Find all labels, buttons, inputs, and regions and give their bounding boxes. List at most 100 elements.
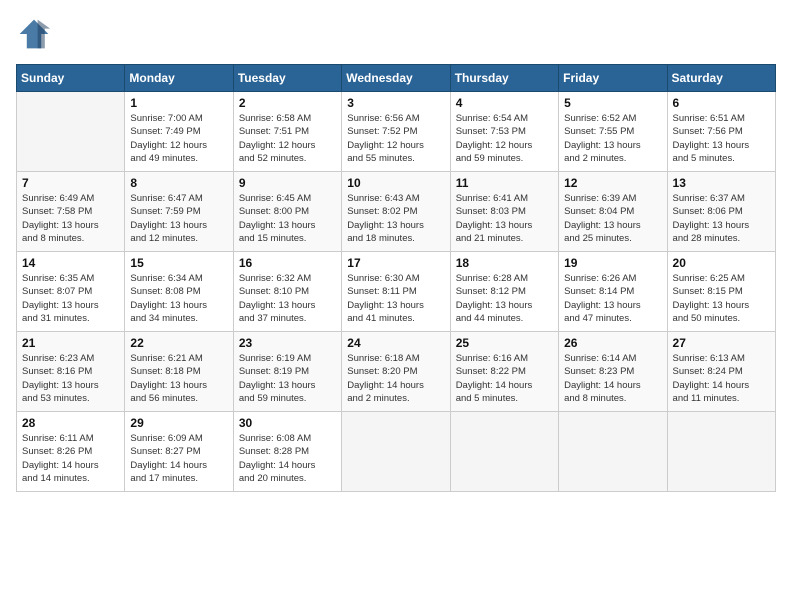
calendar-day-cell: 18 Sunrise: 6:28 AM Sunset: 8:12 PM Dayli… [450, 252, 558, 332]
day-info: Sunrise: 6:32 AM Sunset: 8:10 PM Dayligh… [239, 272, 336, 325]
calendar-day-cell: 28 Sunrise: 6:11 AM Sunset: 8:26 PM Dayli… [17, 412, 125, 492]
day-number: 17 [347, 256, 444, 270]
calendar-day-cell: 25 Sunrise: 6:16 AM Sunset: 8:22 PM Dayli… [450, 332, 558, 412]
day-info: Sunrise: 6:28 AM Sunset: 8:12 PM Dayligh… [456, 272, 553, 325]
calendar-day-cell: 16Sunrise: 6:32 AM Sunset: 8:10 PM Dayli… [233, 252, 341, 332]
weekday-header: Thursday [450, 65, 558, 92]
calendar-day-cell: 1Sunrise: 7:00 AM Sunset: 7:49 PM Daylig… [125, 92, 233, 172]
day-info: Sunrise: 6:37 AM Sunset: 8:06 PM Dayligh… [673, 192, 770, 245]
calendar-day-cell: 3 Sunrise: 6:56 AM Sunset: 7:52 PM Daylig… [342, 92, 450, 172]
day-number: 28 [22, 416, 119, 430]
day-number: 2 [239, 96, 336, 110]
day-number: 7 [22, 176, 119, 190]
calendar-day-cell [667, 412, 775, 492]
calendar-day-cell: 6 Sunrise: 6:51 AM Sunset: 7:56 PM Daylig… [667, 92, 775, 172]
day-info: Sunrise: 6:23 AM Sunset: 8:16 PM Dayligh… [22, 352, 119, 405]
calendar-week-row: 7 Sunrise: 6:49 AM Sunset: 7:58 PM Daylig… [17, 172, 776, 252]
calendar-day-cell: 17Sunrise: 6:30 AM Sunset: 8:11 PM Dayli… [342, 252, 450, 332]
day-info: Sunrise: 6:41 AM Sunset: 8:03 PM Dayligh… [456, 192, 553, 245]
day-info: Sunrise: 6:51 AM Sunset: 7:56 PM Dayligh… [673, 112, 770, 165]
day-info: Sunrise: 6:09 AM Sunset: 8:27 PM Dayligh… [130, 432, 227, 485]
day-number: 25 [456, 336, 553, 350]
day-number: 18 [456, 256, 553, 270]
day-number: 15 [130, 256, 227, 270]
day-info: Sunrise: 6:21 AM Sunset: 8:18 PM Dayligh… [130, 352, 227, 405]
calendar-day-cell: 2 Sunrise: 6:58 AM Sunset: 7:51 PM Daylig… [233, 92, 341, 172]
day-number: 14 [22, 256, 119, 270]
day-number: 21 [22, 336, 119, 350]
day-number: 19 [564, 256, 661, 270]
day-number: 12 [564, 176, 661, 190]
logo-icon [16, 16, 52, 52]
calendar-day-cell: 7 Sunrise: 6:49 AM Sunset: 7:58 PM Daylig… [17, 172, 125, 252]
calendar-day-cell: 20 Sunrise: 6:25 AM Sunset: 8:15 PM Dayli… [667, 252, 775, 332]
calendar-day-cell: 4 Sunrise: 6:54 AM Sunset: 7:53 PM Daylig… [450, 92, 558, 172]
weekday-header: Friday [559, 65, 667, 92]
calendar-day-cell: 21 Sunrise: 6:23 AM Sunset: 8:16 PM Dayli… [17, 332, 125, 412]
day-info: Sunrise: 6:47 AM Sunset: 7:59 PM Dayligh… [130, 192, 227, 245]
calendar-day-cell [450, 412, 558, 492]
calendar-day-cell: 15 Sunrise: 6:34 AM Sunset: 8:08 PM Dayli… [125, 252, 233, 332]
weekday-header: Tuesday [233, 65, 341, 92]
weekday-header: Saturday [667, 65, 775, 92]
day-info: Sunrise: 6:26 AM Sunset: 8:14 PM Dayligh… [564, 272, 661, 325]
calendar-week-row: 21 Sunrise: 6:23 AM Sunset: 8:16 PM Dayli… [17, 332, 776, 412]
day-info: Sunrise: 6:49 AM Sunset: 7:58 PM Dayligh… [22, 192, 119, 245]
weekday-header: Monday [125, 65, 233, 92]
calendar-week-row: 14 Sunrise: 6:35 AM Sunset: 8:07 PM Dayli… [17, 252, 776, 332]
day-number: 30 [239, 416, 336, 430]
day-number: 8 [130, 176, 227, 190]
calendar-week-row: 1Sunrise: 7:00 AM Sunset: 7:49 PM Daylig… [17, 92, 776, 172]
day-info: Sunrise: 7:00 AM Sunset: 7:49 PM Dayligh… [130, 112, 227, 165]
calendar-day-cell: 23 Sunrise: 6:19 AM Sunset: 8:19 PM Dayli… [233, 332, 341, 412]
day-info: Sunrise: 6:11 AM Sunset: 8:26 PM Dayligh… [22, 432, 119, 485]
calendar-day-cell: 19 Sunrise: 6:26 AM Sunset: 8:14 PM Dayli… [559, 252, 667, 332]
day-info: Sunrise: 6:52 AM Sunset: 7:55 PM Dayligh… [564, 112, 661, 165]
day-number: 11 [456, 176, 553, 190]
calendar-day-cell: 30 Sunrise: 6:08 AM Sunset: 8:28 PM Dayli… [233, 412, 341, 492]
day-number: 20 [673, 256, 770, 270]
calendar-day-cell: 26Sunrise: 6:14 AM Sunset: 8:23 PM Dayli… [559, 332, 667, 412]
day-number: 27 [673, 336, 770, 350]
day-number: 6 [673, 96, 770, 110]
calendar-day-cell: 24Sunrise: 6:18 AM Sunset: 8:20 PM Dayli… [342, 332, 450, 412]
day-info: Sunrise: 6:58 AM Sunset: 7:51 PM Dayligh… [239, 112, 336, 165]
day-info: Sunrise: 6:16 AM Sunset: 8:22 PM Dayligh… [456, 352, 553, 405]
day-info: Sunrise: 6:56 AM Sunset: 7:52 PM Dayligh… [347, 112, 444, 165]
calendar-day-cell [342, 412, 450, 492]
day-number: 13 [673, 176, 770, 190]
day-number: 4 [456, 96, 553, 110]
calendar-day-cell: 27Sunrise: 6:13 AM Sunset: 8:24 PM Dayli… [667, 332, 775, 412]
day-info: Sunrise: 6:08 AM Sunset: 8:28 PM Dayligh… [239, 432, 336, 485]
weekday-header: Sunday [17, 65, 125, 92]
day-info: Sunrise: 6:25 AM Sunset: 8:15 PM Dayligh… [673, 272, 770, 325]
calendar-body: 1Sunrise: 7:00 AM Sunset: 7:49 PM Daylig… [17, 92, 776, 492]
page-header [16, 16, 776, 52]
calendar-day-cell: 5 Sunrise: 6:52 AM Sunset: 7:55 PM Daylig… [559, 92, 667, 172]
calendar-day-cell: 11 Sunrise: 6:41 AM Sunset: 8:03 PM Dayli… [450, 172, 558, 252]
day-info: Sunrise: 6:19 AM Sunset: 8:19 PM Dayligh… [239, 352, 336, 405]
day-number: 3 [347, 96, 444, 110]
calendar-header: SundayMondayTuesdayWednesdayThursdayFrid… [17, 65, 776, 92]
weekday-row: SundayMondayTuesdayWednesdayThursdayFrid… [17, 65, 776, 92]
day-info: Sunrise: 6:39 AM Sunset: 8:04 PM Dayligh… [564, 192, 661, 245]
calendar-week-row: 28 Sunrise: 6:11 AM Sunset: 8:26 PM Dayli… [17, 412, 776, 492]
calendar-day-cell: 22Sunrise: 6:21 AM Sunset: 8:18 PM Dayli… [125, 332, 233, 412]
day-info: Sunrise: 6:35 AM Sunset: 8:07 PM Dayligh… [22, 272, 119, 325]
weekday-header: Wednesday [342, 65, 450, 92]
calendar-day-cell [559, 412, 667, 492]
day-info: Sunrise: 6:45 AM Sunset: 8:00 PM Dayligh… [239, 192, 336, 245]
day-info: Sunrise: 6:54 AM Sunset: 7:53 PM Dayligh… [456, 112, 553, 165]
calendar-table: SundayMondayTuesdayWednesdayThursdayFrid… [16, 64, 776, 492]
day-info: Sunrise: 6:18 AM Sunset: 8:20 PM Dayligh… [347, 352, 444, 405]
calendar-day-cell: 9Sunrise: 6:45 AM Sunset: 8:00 PM Daylig… [233, 172, 341, 252]
day-number: 23 [239, 336, 336, 350]
day-info: Sunrise: 6:34 AM Sunset: 8:08 PM Dayligh… [130, 272, 227, 325]
calendar-day-cell: 29 Sunrise: 6:09 AM Sunset: 8:27 PM Dayli… [125, 412, 233, 492]
day-number: 29 [130, 416, 227, 430]
day-number: 5 [564, 96, 661, 110]
calendar-day-cell: 14 Sunrise: 6:35 AM Sunset: 8:07 PM Dayli… [17, 252, 125, 332]
calendar-day-cell: 8 Sunrise: 6:47 AM Sunset: 7:59 PM Daylig… [125, 172, 233, 252]
calendar-day-cell: 12 Sunrise: 6:39 AM Sunset: 8:04 PM Dayli… [559, 172, 667, 252]
calendar-day-cell [17, 92, 125, 172]
